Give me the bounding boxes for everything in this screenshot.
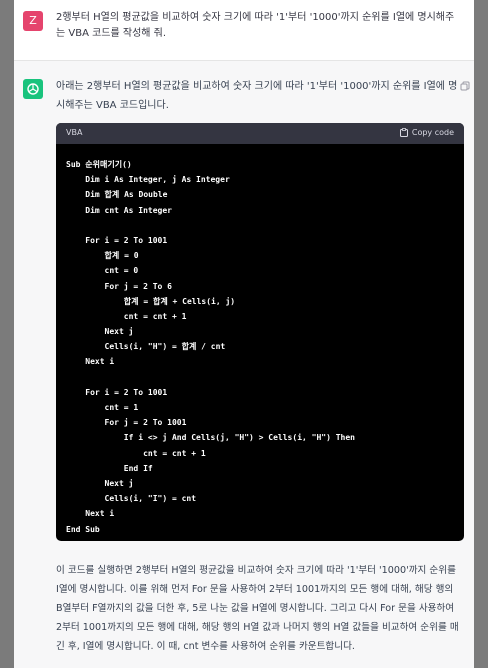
code-line: End If [66, 463, 153, 473]
openai-logo-icon [27, 83, 39, 95]
code-line: Next j [66, 478, 134, 488]
chat-page: Z 2행부터 H열의 평균값을 비교하여 숫자 크기에 따라 '1'부터 '10… [14, 0, 474, 668]
user-message: Z 2행부터 H열의 평균값을 비교하여 숫자 크기에 따라 '1'부터 '10… [14, 0, 474, 61]
code-line: Dim 합계 As Double [66, 190, 168, 200]
assistant-outro-text: 이 코드를 실행하면 2행부터 H열의 평균값을 비교하여 숫자 크기에 따라 … [56, 565, 459, 652]
code-line: End Sub [66, 524, 100, 534]
code-line: For j = 2 To 6 [66, 281, 172, 291]
code-line: Sub 순위매기기() [66, 160, 132, 169]
code-line: cnt = 1 [66, 403, 139, 412]
code-line: Next i [66, 509, 115, 519]
code-line: If i <> j And Cells(j, "H") > Cells(i, "… [66, 433, 355, 443]
code-block: VBA Copy code Sub 순위매기기() Dim i As Integ… [56, 123, 464, 541]
copy-message-icon[interactable] [460, 81, 470, 91]
code-line: 합계 = 합계 + Cells(i, j) [66, 296, 236, 306]
assistant-avatar [23, 79, 43, 99]
copy-code-label: Copy code [411, 128, 454, 137]
code-line: 합계 = 0 [66, 251, 139, 261]
code-line: For i = 2 To 1001 [66, 387, 168, 397]
code-line: cnt = cnt + 1 [66, 448, 206, 458]
user-avatar: Z [23, 11, 43, 31]
code-line: For j = 2 To 1001 [66, 418, 187, 428]
code-line: cnt = 0 [66, 266, 139, 276]
code-line: Dim cnt As Integer [66, 205, 172, 215]
clipboard-icon [399, 128, 408, 137]
assistant-intro-text: 아래는 2행부터 H열의 평균값을 비교하여 숫자 크기에 따라 '1'부터 '… [56, 81, 458, 111]
code-line: Dim i As Integer, j As Integer [66, 175, 230, 185]
user-message-text: 2행부터 H열의 평균값을 비교하여 숫자 크기에 따라 '1'부터 '1000… [56, 12, 455, 39]
code-line: For i = 2 To 1001 [66, 235, 168, 245]
code-line: Cells(i, "I") = cnt [66, 494, 197, 504]
code-language-label: VBA [66, 128, 83, 137]
code-block-header: VBA Copy code [56, 123, 464, 144]
assistant-message: 아래는 2행부터 H열의 평균값을 비교하여 숫자 크기에 따라 '1'부터 '… [14, 61, 474, 668]
code-line: cnt = cnt + 1 [66, 311, 187, 321]
code-line: Next j [66, 327, 134, 337]
code-content: Sub 순위매기기() Dim i As Integer, j As Integ… [66, 157, 355, 537]
code-line: Next i [66, 357, 115, 367]
code-line: Cells(i, "H") = 합계 / cnt [66, 342, 226, 352]
copy-code-button[interactable]: Copy code [399, 128, 454, 137]
